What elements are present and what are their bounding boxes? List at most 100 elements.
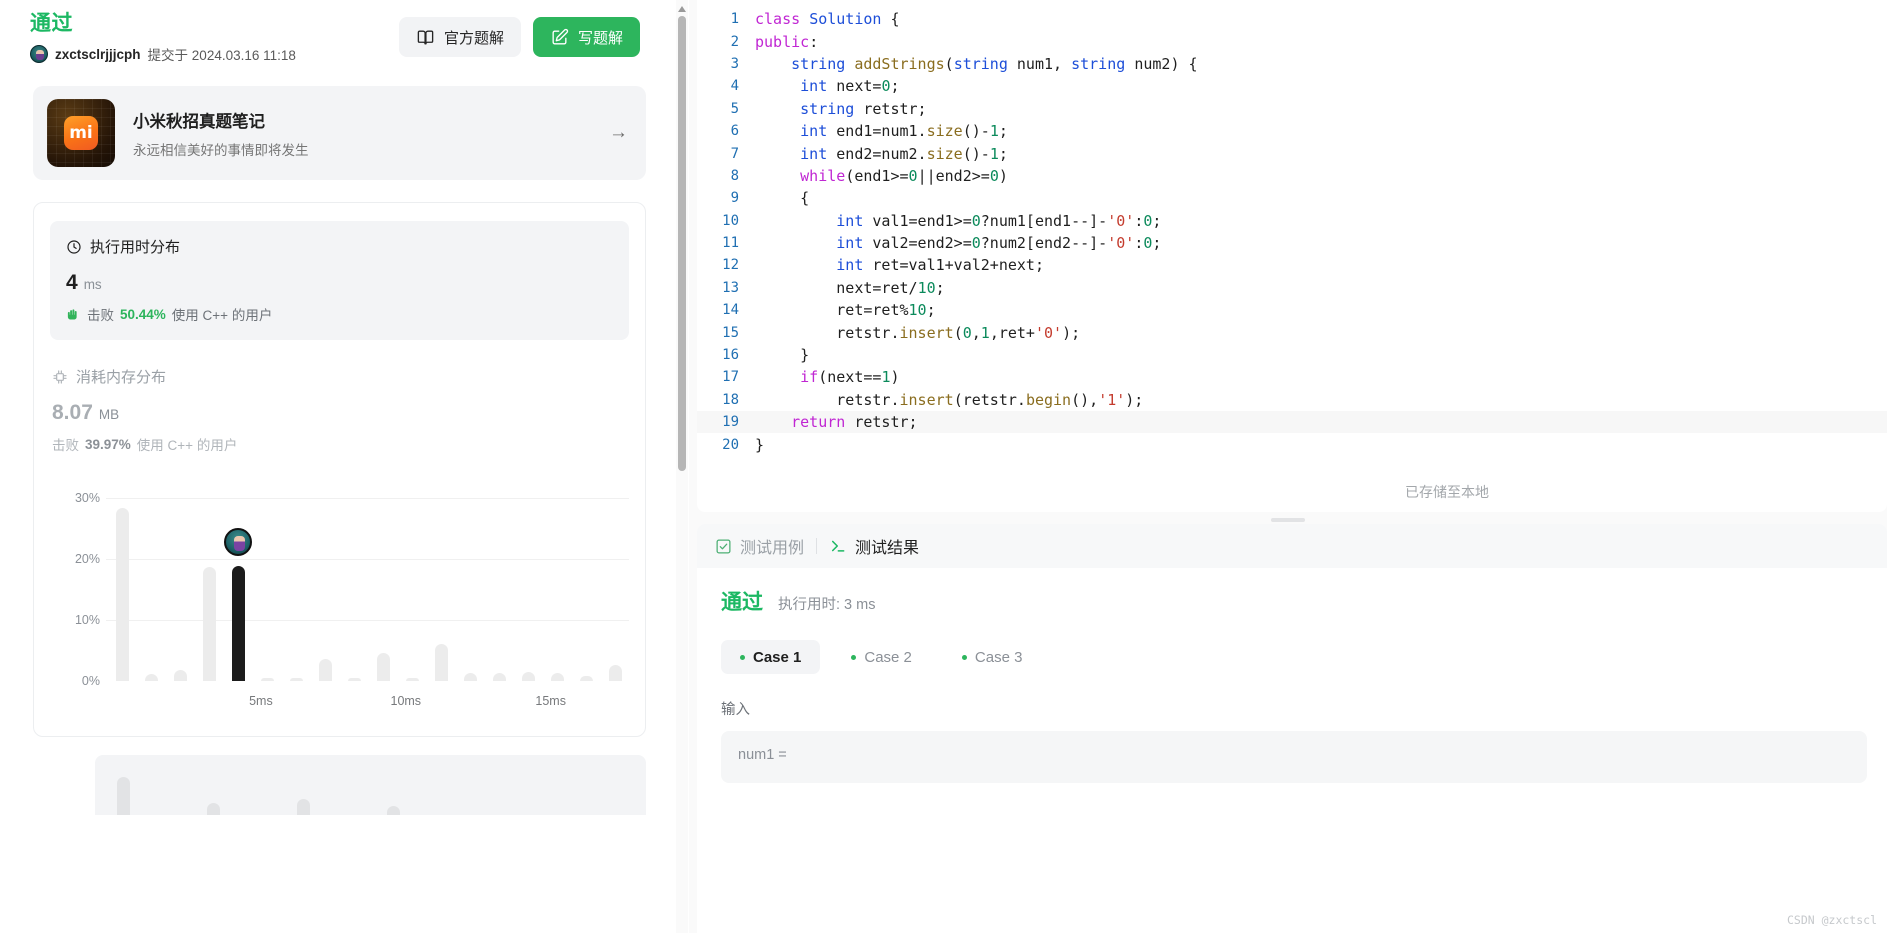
xiaomi-logo-icon: mi xyxy=(64,116,98,151)
chart-bar[interactable] xyxy=(289,678,303,682)
runtime-distribution-block[interactable]: 执行用时分布 4 ms 击败 50.44% 使用 C++ 的用户 xyxy=(50,221,629,341)
chart-bar[interactable] xyxy=(608,665,622,682)
line-number: 10 xyxy=(722,212,739,229)
scrollbar-thumb[interactable] xyxy=(678,16,686,471)
chart-bar[interactable] xyxy=(173,669,187,682)
code-line[interactable]: 7 int end2=num2.size()-1; xyxy=(697,142,1887,164)
code-line[interactable]: 8 while(end1>=0||end2>=0) xyxy=(697,165,1887,187)
tab-testcase-label: 测试用例 xyxy=(740,540,805,557)
line-number: 18 xyxy=(722,391,739,408)
code-line[interactable]: 19 return retstr; xyxy=(697,411,1887,434)
code-line[interactable]: 17 if(next==1) xyxy=(697,366,1887,388)
chart-bar[interactable] xyxy=(434,644,448,682)
code-line[interactable]: 18 retstr.insert(retstr.begin(),'1'); xyxy=(697,389,1887,411)
input-value-box[interactable]: num1 = xyxy=(721,731,1867,783)
terminal-icon xyxy=(829,537,847,555)
chart-bar[interactable] xyxy=(318,659,332,682)
code-text: ret=ret%10; xyxy=(755,301,936,320)
submitter-name[interactable]: zxctsclrjjjcph xyxy=(55,47,141,62)
official-solution-button[interactable]: 官方题解 xyxy=(398,17,521,57)
tab-test-result-label: 测试结果 xyxy=(855,540,920,557)
code-line[interactable]: 3 string addStrings(string num1, string … xyxy=(697,53,1887,75)
code-line[interactable]: 6 int end1=num1.size()-1; xyxy=(697,120,1887,142)
result-row: 通过 执行用时: 3 ms xyxy=(721,586,1867,616)
code-text: string retstr; xyxy=(800,99,927,118)
code-line[interactable]: 11 int val2=end2>=0?num2[end2--]-'0':0; xyxy=(697,232,1887,254)
line-number: 5 xyxy=(730,100,739,117)
line-number: 14 xyxy=(722,302,739,319)
chart-user-marker-avatar[interactable] xyxy=(223,528,252,557)
code-text: { xyxy=(755,189,810,208)
scroll-up-arrow-icon[interactable] xyxy=(678,4,686,12)
tab-testcase[interactable]: 测试用例 xyxy=(715,534,804,558)
arrow-right-icon[interactable]: → xyxy=(609,122,628,144)
code-editor[interactable]: 1 class Solution {2 public: 3 string addStr… xyxy=(697,0,1887,456)
code-line[interactable]: 10 int val1=end1>=0?num1[end1--]-'0':0; xyxy=(697,210,1887,232)
code-text: retstr.insert(retstr.begin(),'1'); xyxy=(755,390,1144,409)
line-number: 1 xyxy=(730,11,739,28)
chart-bar[interactable] xyxy=(463,673,477,682)
code-text: string addStrings(string num1, string nu… xyxy=(791,54,1198,73)
line-number: 16 xyxy=(722,347,739,364)
chart-bar[interactable] xyxy=(387,805,400,816)
chart-bar[interactable] xyxy=(207,802,220,816)
runtime-title-text: 执行用时分布 xyxy=(90,239,181,257)
chart-bar[interactable] xyxy=(260,678,274,682)
memory-distribution-chart[interactable] xyxy=(95,755,646,816)
promo-title: 小米秋招真题笔记 xyxy=(133,112,265,131)
chart-y-tick-label: 10% xyxy=(74,613,100,628)
case-tab[interactable]: Case 3 xyxy=(943,640,1042,674)
line-number: 19 xyxy=(722,414,739,431)
result-verdict: 通过 xyxy=(721,591,763,614)
write-solution-label: 写题解 xyxy=(577,29,623,47)
code-text: retstr.insert(0,1,ret+'0'); xyxy=(755,323,1081,342)
code-line[interactable]: 15 retstr.insert(0,1,ret+'0'); xyxy=(697,321,1887,343)
chart-bar[interactable] xyxy=(297,799,310,816)
left-scrollbar[interactable] xyxy=(676,0,688,933)
runtime-beat-row: 击败 50.44% 使用 C++ 的用户 xyxy=(66,304,613,324)
submission-detail-pane: 通过 zxctsclrjjjcph 提交于 2024.03.16 11:18 官… xyxy=(0,0,689,933)
runtime-value: 4 xyxy=(66,271,78,295)
submission-scroll-area: 通过 zxctsclrjjjcph 提交于 2024.03.16 11:18 官… xyxy=(0,0,676,933)
case-tab[interactable]: Case 2 xyxy=(832,640,931,674)
chart-bar[interactable] xyxy=(231,566,245,682)
chart-y-tick-label: 20% xyxy=(74,552,100,567)
chart-bar[interactable] xyxy=(117,776,130,816)
code-text: int val1=end1>=0?num1[end1--]-'0':0; xyxy=(836,211,1162,230)
chart-bar[interactable] xyxy=(550,673,564,682)
input-section-label: 输入 xyxy=(721,702,750,718)
chart-bar[interactable] xyxy=(202,567,216,682)
code-line[interactable]: 2 public: xyxy=(697,30,1887,52)
code-line[interactable]: 9 { xyxy=(697,187,1887,209)
code-line[interactable]: 1 class Solution { xyxy=(697,8,1887,30)
write-solution-button[interactable]: 写题解 xyxy=(532,17,640,57)
code-line[interactable]: 16 } xyxy=(697,344,1887,366)
memory-beat-row: 击败 39.97% 使用 C++ 的用户 xyxy=(52,434,625,454)
code-line[interactable]: 5 string retstr; xyxy=(697,98,1887,120)
code-line[interactable]: 12 int ret=val1+val2+next; xyxy=(697,254,1887,276)
chart-bar[interactable] xyxy=(521,671,535,682)
tab-test-result[interactable]: 测试结果 xyxy=(829,534,919,558)
code-line[interactable]: 4 int next=0; xyxy=(697,75,1887,97)
chart-bar[interactable] xyxy=(376,653,390,682)
code-line[interactable]: 14 ret=ret%10; xyxy=(697,299,1887,321)
pencil-square-icon xyxy=(550,28,569,47)
promo-card[interactable]: mi 小米秋招真题笔记 永远相信美好的事情即将发生 → xyxy=(33,86,646,181)
runtime-distribution-chart[interactable]: 0% 10% 20% 30% 5ms 10ms 15ms xyxy=(50,486,629,716)
chart-bar[interactable] xyxy=(492,673,506,682)
chart-bar[interactable] xyxy=(144,673,158,682)
line-number: 13 xyxy=(722,279,739,296)
runtime-beat-prefix: 击败 xyxy=(87,308,114,324)
code-text: if(next==1) xyxy=(800,368,900,387)
panel-resize-handle[interactable] xyxy=(1271,518,1305,522)
case-tab[interactable]: Case 1 xyxy=(721,640,821,674)
chart-bar[interactable] xyxy=(116,508,129,682)
line-number: 7 xyxy=(730,145,739,162)
memory-distribution-block[interactable]: 消耗内存分布 8.07 MB 击败 39.97% 使用 C++ 的用户 xyxy=(50,340,629,454)
code-line[interactable]: 20} xyxy=(697,433,1887,455)
code-line[interactable]: 13 next=ret/10; xyxy=(697,277,1887,299)
case-tab-label: Case 1 xyxy=(753,648,802,666)
chart-bar[interactable] xyxy=(347,678,361,682)
chart-bar[interactable] xyxy=(405,678,419,682)
chart-bar[interactable] xyxy=(579,675,593,682)
